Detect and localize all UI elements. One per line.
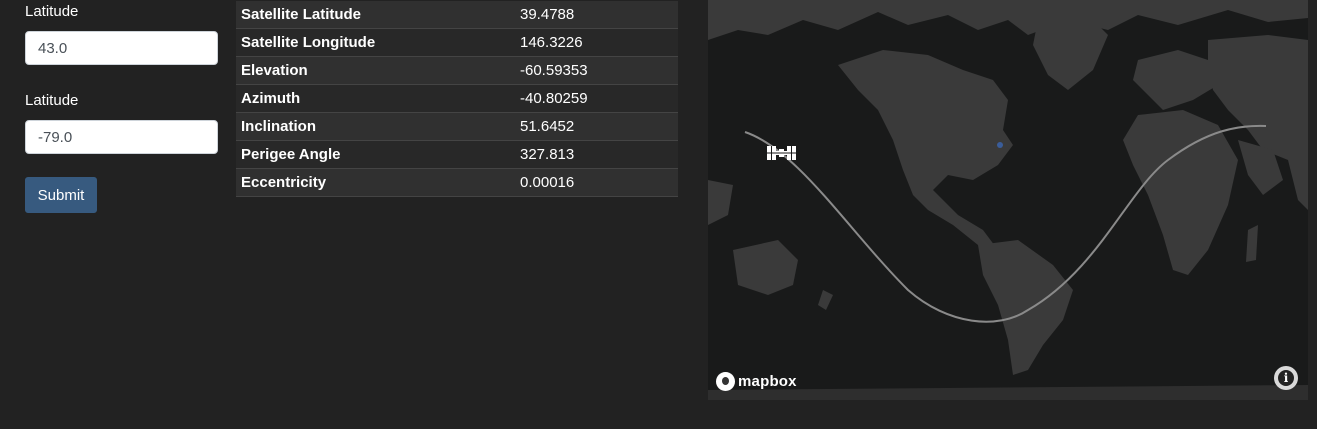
table-row: Satellite Latitude 39.4788 (236, 1, 678, 29)
table-row: Satellite Longitude 146.3226 (236, 28, 678, 57)
mapbox-icon (716, 372, 735, 391)
landmasses (708, 0, 1308, 400)
row-key: Inclination (236, 112, 515, 141)
satellite-info-table: Satellite Latitude 39.4788 Satellite Lon… (236, 1, 678, 197)
table-row: Eccentricity 0.00016 (236, 168, 678, 197)
longitude-label: Latitude (25, 92, 79, 109)
row-value: 146.3226 (515, 28, 678, 57)
satellite-map[interactable]: mapbox i (708, 0, 1308, 400)
table-row: Perigee Angle 327.813 (236, 140, 678, 169)
info-icon: i (1278, 370, 1294, 386)
mapbox-logo[interactable]: mapbox (716, 372, 797, 391)
row-value: 39.4788 (515, 1, 678, 29)
table-row: Azimuth -40.80259 (236, 84, 678, 113)
row-value: 0.00016 (515, 168, 678, 197)
latitude-input[interactable] (25, 31, 218, 65)
row-key: Satellite Longitude (236, 28, 515, 57)
table-row: Elevation -60.59353 (236, 56, 678, 85)
row-key: Perigee Angle (236, 140, 515, 169)
row-value: 327.813 (515, 140, 678, 169)
row-key: Elevation (236, 56, 515, 85)
row-key: Eccentricity (236, 168, 515, 197)
longitude-input[interactable] (25, 120, 218, 154)
satellite-icon[interactable] (767, 146, 796, 160)
latitude-label: Latitude (25, 3, 79, 20)
mapbox-attribution: mapbox (738, 373, 797, 390)
row-value: 51.6452 (515, 112, 678, 141)
row-value: -60.59353 (515, 56, 678, 85)
world-map-canvas[interactable] (708, 0, 1308, 400)
submit-button[interactable]: Submit (25, 177, 97, 213)
row-key: Azimuth (236, 84, 515, 113)
row-key: Satellite Latitude (236, 1, 515, 29)
table-row: Inclination 51.6452 (236, 112, 678, 141)
info-button[interactable]: i (1274, 366, 1298, 390)
row-value: -40.80259 (515, 84, 678, 113)
observer-marker (997, 142, 1003, 148)
